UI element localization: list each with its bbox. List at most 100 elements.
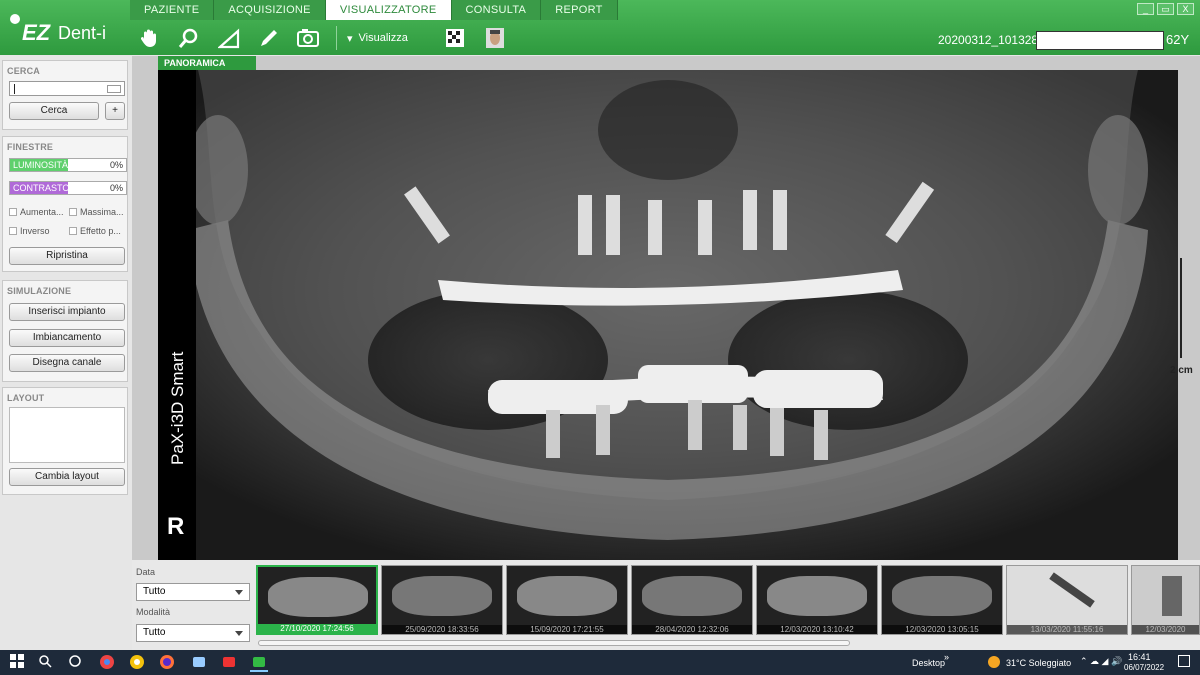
task-view-icon[interactable]: [66, 654, 84, 672]
thumbnail-date: 12/03/2020 13:05:15: [882, 625, 1002, 634]
ez-dent-taskbar-icon[interactable]: [250, 654, 268, 672]
thumbnail-3[interactable]: 15/09/2020 17:21:55: [506, 565, 628, 635]
thumbnail-1[interactable]: 27/10/2020 17:24:56: [256, 565, 378, 635]
tab-visualizzatore[interactable]: VISUALIZZATORE: [325, 0, 452, 20]
checkbox-box: [69, 208, 77, 216]
cerca-panel: CERCA Cerca +: [2, 60, 128, 130]
checkerboard-icon[interactable]: [442, 25, 468, 51]
inserisci-impianto-button[interactable]: Inserisci impianto: [9, 303, 125, 321]
tab-paziente[interactable]: PAZIENTE: [130, 0, 215, 20]
app-icon-2[interactable]: [220, 654, 238, 672]
ez-dent-window: EZ Dent-i PAZIENTE ACQUISIZIONE VISUALIZ…: [0, 0, 1200, 650]
luminosita-label: LUMINOSITÀ: [13, 160, 69, 170]
thumbnail-date: 25/09/2020 18:33:56: [382, 625, 502, 634]
chrome-icon[interactable]: [98, 654, 116, 672]
chevron-down-icon: [235, 590, 243, 595]
close-button[interactable]: X: [1177, 3, 1194, 15]
thumbnail-image: [392, 576, 492, 616]
face-icon[interactable]: [482, 25, 508, 51]
app-icon-1[interactable]: [190, 654, 208, 672]
camera-icon[interactable]: [296, 25, 322, 51]
contrasto-value: 0%: [109, 183, 123, 193]
cerca-title: CERCA: [7, 66, 41, 76]
logo-dent: Dent-i: [58, 23, 107, 43]
thumbnail-4[interactable]: 28/04/2020 12:32:06: [631, 565, 753, 635]
thumbnail-7[interactable]: 13/03/2020 11:55:16: [1006, 565, 1128, 635]
panoramica-tab[interactable]: PANORAMICA: [158, 56, 256, 70]
data-filter-combo[interactable]: Tutto: [136, 583, 250, 601]
data-filter-value: Tutto: [143, 586, 166, 597]
weather-label[interactable]: 31°C Soleggiato: [1006, 658, 1071, 668]
maximize-button[interactable]: ▭: [1157, 3, 1174, 15]
thumbnail-date: 15/09/2020 17:21:55: [507, 625, 627, 634]
chrome-canary-icon[interactable]: [128, 654, 146, 672]
finestre-panel: FINESTRE LUMINOSITÀ 0% CONTRASTO 0% Aume…: [2, 136, 128, 272]
panoramic-xray-image[interactable]: [158, 70, 1178, 560]
layout-title: LAYOUT: [7, 393, 45, 403]
thumbnail-5[interactable]: 12/03/2020 13:10:42: [756, 565, 878, 635]
main-tabs: PAZIENTE ACQUISIZIONE VISUALIZZATORE CON…: [130, 0, 618, 20]
toolbar: ▾ Visualizza: [136, 24, 508, 52]
minimize-button[interactable]: _: [1137, 3, 1154, 15]
windows-start-icon[interactable]: [8, 654, 26, 672]
system-tray-icons[interactable]: ⌃ ☁ ◢ 🔊: [1080, 656, 1122, 667]
checkbox-box: [69, 227, 77, 235]
angle-measure-icon[interactable]: [216, 25, 242, 51]
visualizza-dropdown[interactable]: ▾ Visualizza: [347, 32, 408, 45]
add-button[interactable]: +: [105, 102, 125, 120]
ripristina-button[interactable]: Ripristina: [9, 247, 125, 265]
search-icon[interactable]: [36, 654, 54, 672]
thumbnail-scrollbar[interactable]: [258, 640, 850, 646]
cambia-layout-button[interactable]: Cambia layout: [9, 468, 125, 486]
aumenta-checkbox[interactable]: Aumenta...: [9, 207, 64, 217]
chevron-down-icon: [235, 631, 243, 636]
thumbnail-image: [892, 576, 992, 616]
effetto-label: Effetto p...: [80, 226, 121, 236]
modalita-filter-value: Tutto: [143, 627, 166, 638]
massima-checkbox[interactable]: Massima...: [69, 207, 124, 217]
app-logo: EZ Dent-i: [8, 10, 128, 46]
simulazione-title: SIMULAZIONE: [7, 286, 72, 296]
effetto-checkbox[interactable]: Effetto p...: [69, 226, 121, 236]
thumbnail-image: [268, 577, 368, 617]
hand-icon[interactable]: [136, 25, 162, 51]
luminosita-slider[interactable]: LUMINOSITÀ 0%: [9, 158, 127, 172]
inverso-checkbox[interactable]: Inverso: [9, 226, 50, 236]
contrasto-slider[interactable]: CONTRASTO 0%: [9, 181, 127, 195]
visualizza-label: Visualizza: [358, 32, 408, 44]
simulazione-panel: SIMULAZIONE Inserisci impianto Imbiancam…: [2, 280, 128, 382]
finestre-title: FINESTRE: [7, 142, 54, 152]
magnifier-icon[interactable]: [176, 25, 202, 51]
tab-consulta[interactable]: CONSULTA: [451, 0, 542, 20]
modalita-filter-combo[interactable]: Tutto: [136, 624, 250, 642]
data-filter-label: Data: [136, 567, 156, 577]
keyboard-icon[interactable]: [107, 85, 121, 93]
luminosita-value: 0%: [109, 160, 123, 170]
desktop-label[interactable]: Desktop: [912, 658, 945, 668]
clock-date[interactable]: 06/07/2022: [1124, 663, 1164, 672]
layout-preview[interactable]: [9, 407, 125, 463]
thumbnail-image: [517, 576, 617, 616]
notification-icon[interactable]: [1178, 655, 1190, 667]
pencil-icon[interactable]: [256, 25, 282, 51]
imbiancamento-button[interactable]: Imbiancamento: [9, 329, 125, 347]
search-input[interactable]: [9, 81, 125, 96]
device-label-strip: [158, 70, 196, 560]
inverso-label: Inverso: [20, 226, 50, 236]
thumbnail-date: 27/10/2020 17:24:56: [258, 624, 376, 633]
disegna-canale-button[interactable]: Disegna canale: [9, 354, 125, 372]
thumbnail-2[interactable]: 25/09/2020 18:33:56: [381, 565, 503, 635]
thumbnail-8[interactable]: 12/03/2020: [1131, 565, 1200, 635]
checkbox-box: [9, 227, 17, 235]
toolbar-separator: [336, 26, 337, 50]
clock-time[interactable]: 16:41: [1128, 652, 1151, 662]
checkbox-box: [9, 208, 17, 216]
dropdown-arrow-icon: ▾: [347, 32, 353, 45]
thumbnail-6[interactable]: 12/03/2020 13:05:15: [881, 565, 1003, 635]
cerca-button[interactable]: Cerca: [9, 102, 99, 120]
tab-acquisizione[interactable]: ACQUISIZIONE: [214, 0, 326, 20]
firefox-icon[interactable]: [158, 654, 176, 672]
chevron-icon[interactable]: »: [944, 652, 949, 662]
scale-label: 2 cm: [1170, 365, 1193, 376]
tab-report[interactable]: REPORT: [541, 0, 618, 20]
